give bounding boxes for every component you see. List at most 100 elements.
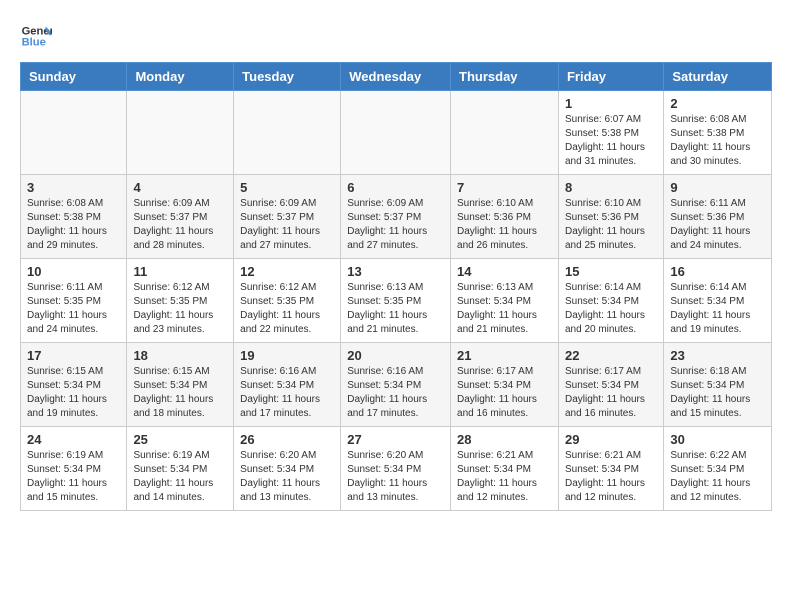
calendar-day-cell: 23 Sunrise: 6:18 AM Sunset: 5:34 PM Dayli… bbox=[664, 343, 772, 427]
day-number: 3 bbox=[27, 180, 120, 195]
calendar-table: SundayMondayTuesdayWednesdayThursdayFrid… bbox=[20, 62, 772, 511]
calendar-day-cell bbox=[341, 91, 451, 175]
calendar-day-cell: 16 Sunrise: 6:14 AM Sunset: 5:34 PM Dayli… bbox=[664, 259, 772, 343]
calendar-day-cell: 7 Sunrise: 6:10 AM Sunset: 5:36 PM Daylig… bbox=[451, 175, 559, 259]
day-number: 1 bbox=[565, 96, 657, 111]
calendar-day-cell bbox=[234, 91, 341, 175]
day-number: 27 bbox=[347, 432, 444, 447]
day-info: Sunrise: 6:13 AM Sunset: 5:34 PM Dayligh… bbox=[457, 281, 552, 337]
day-number: 18 bbox=[133, 348, 227, 363]
calendar-week-row: 10Sunrise: 6:11 AM Sunset: 5:35 PM Dayli… bbox=[21, 259, 772, 343]
calendar-day-cell: 6 Sunrise: 6:09 AM Sunset: 5:37 PM Daylig… bbox=[341, 175, 451, 259]
day-number: 23 bbox=[670, 348, 765, 363]
calendar-day-cell: 14 Sunrise: 6:13 AM Sunset: 5:34 PM Dayli… bbox=[451, 259, 559, 343]
day-of-week-header: Thursday bbox=[451, 63, 559, 91]
day-of-week-header: Saturday bbox=[664, 63, 772, 91]
day-number: 16 bbox=[670, 264, 765, 279]
day-info: Sunrise: 6:07 AM Sunset: 5:38 PM Dayligh… bbox=[565, 113, 657, 169]
day-info: Sunrise: 6:16 AM Sunset: 5:34 PM Dayligh… bbox=[347, 365, 444, 421]
day-number: 22 bbox=[565, 348, 657, 363]
day-info: Sunrise: 6:08 AM Sunset: 5:38 PM Dayligh… bbox=[27, 197, 120, 253]
day-number: 8 bbox=[565, 180, 657, 195]
day-info: Sunrise: 6:09 AM Sunset: 5:37 PM Dayligh… bbox=[133, 197, 227, 253]
day-number: 24 bbox=[27, 432, 120, 447]
day-info: Sunrise: 6:14 AM Sunset: 5:34 PM Dayligh… bbox=[670, 281, 765, 337]
calendar-day-cell: 8Sunrise: 6:10 AM Sunset: 5:36 PM Daylig… bbox=[558, 175, 663, 259]
calendar-day-cell: 4 Sunrise: 6:09 AM Sunset: 5:37 PM Daylig… bbox=[127, 175, 234, 259]
day-info: Sunrise: 6:20 AM Sunset: 5:34 PM Dayligh… bbox=[347, 449, 444, 505]
day-info: Sunrise: 6:12 AM Sunset: 5:35 PM Dayligh… bbox=[133, 281, 227, 337]
calendar-day-cell: 28 Sunrise: 6:21 AM Sunset: 5:34 PM Dayli… bbox=[451, 427, 559, 511]
calendar-day-cell: 20 Sunrise: 6:16 AM Sunset: 5:34 PM Dayli… bbox=[341, 343, 451, 427]
calendar-week-row: 17 Sunrise: 6:15 AM Sunset: 5:34 PM Dayli… bbox=[21, 343, 772, 427]
day-number: 7 bbox=[457, 180, 552, 195]
calendar-day-cell: 5Sunrise: 6:09 AM Sunset: 5:37 PM Daylig… bbox=[234, 175, 341, 259]
calendar-day-cell: 30Sunrise: 6:22 AM Sunset: 5:34 PM Dayli… bbox=[664, 427, 772, 511]
day-info: Sunrise: 6:17 AM Sunset: 5:34 PM Dayligh… bbox=[457, 365, 552, 421]
calendar-day-cell: 26 Sunrise: 6:20 AM Sunset: 5:34 PM Dayli… bbox=[234, 427, 341, 511]
day-info: Sunrise: 6:19 AM Sunset: 5:34 PM Dayligh… bbox=[133, 449, 227, 505]
day-number: 15 bbox=[565, 264, 657, 279]
day-number: 20 bbox=[347, 348, 444, 363]
calendar-day-cell: 1 Sunrise: 6:07 AM Sunset: 5:38 PM Daylig… bbox=[558, 91, 663, 175]
day-number: 19 bbox=[240, 348, 334, 363]
calendar-day-cell bbox=[451, 91, 559, 175]
day-info: Sunrise: 6:15 AM Sunset: 5:34 PM Dayligh… bbox=[133, 365, 227, 421]
calendar-day-cell: 18 Sunrise: 6:15 AM Sunset: 5:34 PM Dayli… bbox=[127, 343, 234, 427]
day-number: 14 bbox=[457, 264, 552, 279]
day-number: 9 bbox=[670, 180, 765, 195]
day-of-week-header: Wednesday bbox=[341, 63, 451, 91]
day-info: Sunrise: 6:13 AM Sunset: 5:35 PM Dayligh… bbox=[347, 281, 444, 337]
day-info: Sunrise: 6:11 AM Sunset: 5:36 PM Dayligh… bbox=[670, 197, 765, 253]
calendar-day-cell: 19 Sunrise: 6:16 AM Sunset: 5:34 PM Dayli… bbox=[234, 343, 341, 427]
calendar-day-cell: 15 Sunrise: 6:14 AM Sunset: 5:34 PM Dayli… bbox=[558, 259, 663, 343]
day-number: 28 bbox=[457, 432, 552, 447]
calendar-day-cell: 12Sunrise: 6:12 AM Sunset: 5:35 PM Dayli… bbox=[234, 259, 341, 343]
calendar-day-cell: 27 Sunrise: 6:20 AM Sunset: 5:34 PM Dayli… bbox=[341, 427, 451, 511]
day-info: Sunrise: 6:09 AM Sunset: 5:37 PM Dayligh… bbox=[240, 197, 334, 253]
day-number: 17 bbox=[27, 348, 120, 363]
calendar-day-cell: 9 Sunrise: 6:11 AM Sunset: 5:36 PM Daylig… bbox=[664, 175, 772, 259]
calendar-day-cell bbox=[21, 91, 127, 175]
day-number: 12 bbox=[240, 264, 334, 279]
day-of-week-header: Friday bbox=[558, 63, 663, 91]
day-info: Sunrise: 6:09 AM Sunset: 5:37 PM Dayligh… bbox=[347, 197, 444, 253]
day-of-week-header: Tuesday bbox=[234, 63, 341, 91]
calendar-day-cell: 22 Sunrise: 6:17 AM Sunset: 5:34 PM Dayli… bbox=[558, 343, 663, 427]
day-info: Sunrise: 6:08 AM Sunset: 5:38 PM Dayligh… bbox=[670, 113, 765, 169]
calendar-day-cell: 11 Sunrise: 6:12 AM Sunset: 5:35 PM Dayli… bbox=[127, 259, 234, 343]
day-info: Sunrise: 6:10 AM Sunset: 5:36 PM Dayligh… bbox=[457, 197, 552, 253]
day-number: 25 bbox=[133, 432, 227, 447]
page-header: General Blue bbox=[20, 20, 772, 52]
day-number: 13 bbox=[347, 264, 444, 279]
calendar-week-row: 1 Sunrise: 6:07 AM Sunset: 5:38 PM Daylig… bbox=[21, 91, 772, 175]
day-info: Sunrise: 6:14 AM Sunset: 5:34 PM Dayligh… bbox=[565, 281, 657, 337]
svg-text:Blue: Blue bbox=[22, 37, 46, 49]
calendar-day-cell: 13 Sunrise: 6:13 AM Sunset: 5:35 PM Dayli… bbox=[341, 259, 451, 343]
day-info: Sunrise: 6:20 AM Sunset: 5:34 PM Dayligh… bbox=[240, 449, 334, 505]
calendar-day-cell: 29 Sunrise: 6:21 AM Sunset: 5:34 PM Dayli… bbox=[558, 427, 663, 511]
day-info: Sunrise: 6:17 AM Sunset: 5:34 PM Dayligh… bbox=[565, 365, 657, 421]
calendar-header-row: SundayMondayTuesdayWednesdayThursdayFrid… bbox=[21, 63, 772, 91]
day-of-week-header: Sunday bbox=[21, 63, 127, 91]
day-info: Sunrise: 6:18 AM Sunset: 5:34 PM Dayligh… bbox=[670, 365, 765, 421]
day-number: 10 bbox=[27, 264, 120, 279]
day-number: 11 bbox=[133, 264, 227, 279]
day-info: Sunrise: 6:16 AM Sunset: 5:34 PM Dayligh… bbox=[240, 365, 334, 421]
calendar-day-cell: 3 Sunrise: 6:08 AM Sunset: 5:38 PM Daylig… bbox=[21, 175, 127, 259]
calendar-day-cell: 21 Sunrise: 6:17 AM Sunset: 5:34 PM Dayli… bbox=[451, 343, 559, 427]
calendar-day-cell: 24 Sunrise: 6:19 AM Sunset: 5:34 PM Dayli… bbox=[21, 427, 127, 511]
day-info: Sunrise: 6:19 AM Sunset: 5:34 PM Dayligh… bbox=[27, 449, 120, 505]
day-info: Sunrise: 6:21 AM Sunset: 5:34 PM Dayligh… bbox=[565, 449, 657, 505]
day-info: Sunrise: 6:21 AM Sunset: 5:34 PM Dayligh… bbox=[457, 449, 552, 505]
day-number: 29 bbox=[565, 432, 657, 447]
day-number: 26 bbox=[240, 432, 334, 447]
day-number: 21 bbox=[457, 348, 552, 363]
calendar-day-cell: 2Sunrise: 6:08 AM Sunset: 5:38 PM Daylig… bbox=[664, 91, 772, 175]
calendar-day-cell: 10Sunrise: 6:11 AM Sunset: 5:35 PM Dayli… bbox=[21, 259, 127, 343]
day-info: Sunrise: 6:15 AM Sunset: 5:34 PM Dayligh… bbox=[27, 365, 120, 421]
day-number: 6 bbox=[347, 180, 444, 195]
day-number: 4 bbox=[133, 180, 227, 195]
day-of-week-header: Monday bbox=[127, 63, 234, 91]
day-number: 30 bbox=[670, 432, 765, 447]
